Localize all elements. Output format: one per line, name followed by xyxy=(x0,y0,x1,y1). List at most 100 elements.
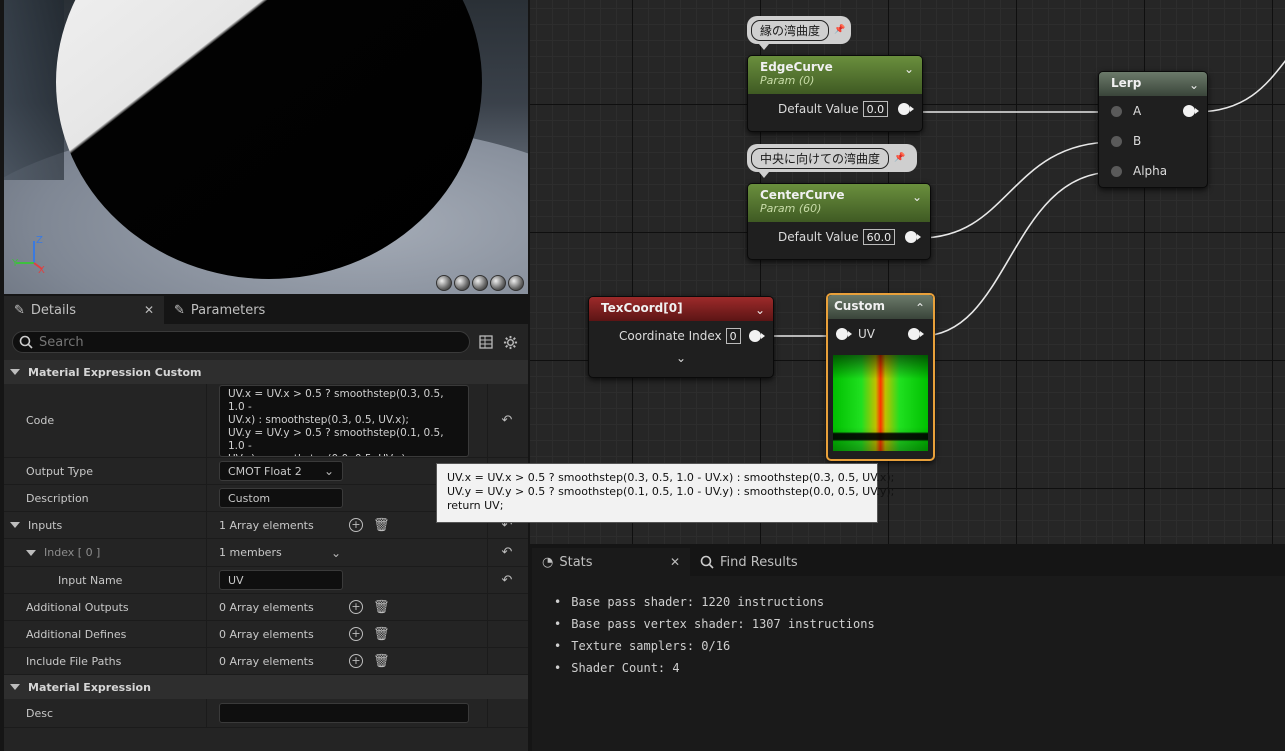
cylinder-preview-icon[interactable] xyxy=(490,275,506,291)
node-header[interactable]: TexCoord[0] ⌄ xyxy=(589,297,773,321)
section-title: Material Expression Custom xyxy=(28,365,202,379)
index-label-cell[interactable]: Index [ 0 ] xyxy=(4,539,207,566)
comment-edge-curve[interactable]: 縁の湾曲度 📌 xyxy=(747,16,851,50)
chevron-down-icon[interactable]: ⌄ xyxy=(1189,78,1199,92)
expand-chevron-icon[interactable]: ⌄ xyxy=(589,351,773,365)
node-header[interactable]: Lerp ⌄ xyxy=(1099,72,1207,96)
pin-icon[interactable]: 📌 xyxy=(893,153,907,163)
table-view-icon[interactable] xyxy=(476,332,495,352)
code-row: Code UV.x = UV.x > 0.5 ? smoothstep(0.3,… xyxy=(4,384,528,458)
preview-viewport[interactable]: Z Y X xyxy=(4,0,528,294)
output-pin-icon[interactable] xyxy=(749,330,765,342)
desc-row: Desc xyxy=(4,699,528,728)
custom-mesh-preview-icon[interactable] xyxy=(508,275,524,291)
chevron-up-icon[interactable]: ⌃ xyxy=(915,301,925,315)
index-row: Index [ 0 ] 1 members ⌄ ↶ xyxy=(4,539,528,567)
node-title: CenterCurve xyxy=(760,188,845,202)
inputs-label-cell[interactable]: Inputs xyxy=(4,512,207,538)
chevron-down-icon[interactable]: ⌄ xyxy=(331,546,341,560)
expand-triangle-icon xyxy=(10,684,20,690)
chevron-down-icon[interactable]: ⌄ xyxy=(755,303,765,317)
search-box[interactable] xyxy=(12,331,470,353)
output-pin-icon[interactable] xyxy=(1183,105,1199,117)
input-name-label: Input Name xyxy=(4,567,207,593)
tab-find-results[interactable]: Find Results xyxy=(690,548,808,576)
node-title: Lerp xyxy=(1111,76,1142,90)
plane-preview-icon[interactable] xyxy=(472,275,488,291)
node-custom[interactable]: Custom ⌃ UV xyxy=(826,293,935,461)
node-subtitle: Param (60) xyxy=(760,202,822,215)
output-type-dropdown[interactable]: CMOT Float 2 ⌄ xyxy=(219,461,343,481)
desc-field[interactable] xyxy=(219,703,469,723)
add-element-icon[interactable]: + xyxy=(349,518,363,532)
pin-label: A xyxy=(1133,104,1142,118)
chevron-down-icon[interactable]: ⌄ xyxy=(912,190,922,204)
tab-stats[interactable]: ◔ Stats ✕ xyxy=(532,548,690,576)
close-icon[interactable]: ✕ xyxy=(670,555,680,569)
add-element-icon[interactable]: + xyxy=(349,627,363,641)
trash-icon[interactable]: 🗑 xyxy=(373,600,390,615)
stats-tabbar: ◔ Stats ✕ Find Results xyxy=(532,548,1285,576)
node-header[interactable]: CenterCurve Param (60) ⌄ xyxy=(748,184,930,222)
tab-parameters[interactable]: ✎ Parameters xyxy=(164,296,275,324)
node-header[interactable]: Custom ⌃ xyxy=(828,295,933,319)
stats-line: Base pass shader: 1220 instructions xyxy=(554,591,1285,613)
inputs-count: 1 Array elements xyxy=(219,518,314,532)
default-value-field[interactable]: 60.0 xyxy=(862,229,896,245)
reset-arrow-icon[interactable]: ↶ xyxy=(488,384,526,457)
code-field[interactable]: UV.x = UV.x > 0.5 ? smoothstep(0.3, 0.5,… xyxy=(219,384,469,457)
node-subtitle: Param (0) xyxy=(760,74,815,87)
pin-row: Default Value 60.0 xyxy=(748,222,930,252)
reset-arrow-icon[interactable]: ↶ xyxy=(488,539,526,566)
preview-background xyxy=(4,0,64,180)
sphere-preview-icon[interactable] xyxy=(436,275,452,291)
search-row xyxy=(4,324,528,360)
pin-label: B xyxy=(1133,134,1142,148)
reset-arrow-icon[interactable]: ↶ xyxy=(488,567,526,593)
settings-gear-icon[interactable] xyxy=(501,332,520,352)
sphere-alt-preview-icon[interactable] xyxy=(454,275,470,291)
description-field[interactable]: Custom xyxy=(219,488,343,508)
section-material-expression-custom[interactable]: Material Expression Custom xyxy=(4,360,528,384)
add-element-icon[interactable]: + xyxy=(349,654,363,668)
input-pin-icon[interactable] xyxy=(836,328,852,340)
coordinate-index-field[interactable]: 0 xyxy=(725,328,741,344)
default-value-field[interactable]: 0.0 xyxy=(862,101,889,117)
tab-parameters-label: Parameters xyxy=(190,302,266,318)
input-pin-icon[interactable] xyxy=(1111,105,1122,117)
axis-y-label: Y xyxy=(12,258,19,269)
input-name-field[interactable]: UV xyxy=(219,570,343,590)
input-pin-icon[interactable] xyxy=(1111,165,1122,177)
wire-center-to-b xyxy=(919,141,1115,239)
section-material-expression[interactable]: Material Expression xyxy=(4,675,528,699)
code-tooltip: UV.x = UV.x > 0.5 ? smoothstep(0.3, 0.5,… xyxy=(436,463,894,523)
pin-row: Default Value 0.0 xyxy=(748,94,922,124)
add-element-icon[interactable]: + xyxy=(349,600,363,614)
pin-row-a: A xyxy=(1099,96,1207,126)
output-pin-icon[interactable] xyxy=(905,231,921,243)
close-icon[interactable]: ✕ xyxy=(144,303,154,317)
comment-center-curve[interactable]: 中央に向けての湾曲度 📌 xyxy=(747,144,917,178)
node-texcoord[interactable]: TexCoord[0] ⌄ Coordinate Index 0 ⌄ xyxy=(588,296,774,378)
input-pin-icon[interactable] xyxy=(1111,135,1122,147)
chevron-down-icon[interactable]: ⌄ xyxy=(904,62,914,76)
search-input[interactable] xyxy=(39,334,439,350)
output-pin-icon[interactable] xyxy=(898,103,914,115)
pin-icon[interactable]: 📌 xyxy=(833,25,847,35)
output-pin-icon[interactable] xyxy=(908,328,924,340)
trash-icon[interactable]: 🗑 xyxy=(373,518,390,533)
trash-icon[interactable]: 🗑 xyxy=(373,654,390,669)
expand-triangle-icon xyxy=(10,369,20,375)
material-editor: Z Y X ✎ Details ✕ ✎ Parameters Search Ma… xyxy=(0,0,1285,751)
tab-details[interactable]: ✎ Details ✕ xyxy=(4,296,164,324)
include-paths-count: 0 Array elements xyxy=(219,654,314,668)
section-title: Material Expression xyxy=(28,680,151,694)
pin-row: Coordinate Index 0 xyxy=(589,321,773,351)
trash-icon[interactable]: 🗑 xyxy=(373,627,390,642)
pin-label: Default Value xyxy=(778,230,859,244)
stats-panel: ◔ Stats ✕ Find Results Base pass shader:… xyxy=(532,548,1285,751)
node-centercurve[interactable]: CenterCurve Param (60) ⌄ Default Value 6… xyxy=(747,183,931,260)
node-lerp[interactable]: Lerp ⌄ A B Alpha xyxy=(1098,71,1208,188)
node-edgecurve[interactable]: EdgeCurve Param (0) ⌄ Default Value 0.0 xyxy=(747,55,923,132)
node-header[interactable]: EdgeCurve Param (0) ⌄ xyxy=(748,56,922,94)
